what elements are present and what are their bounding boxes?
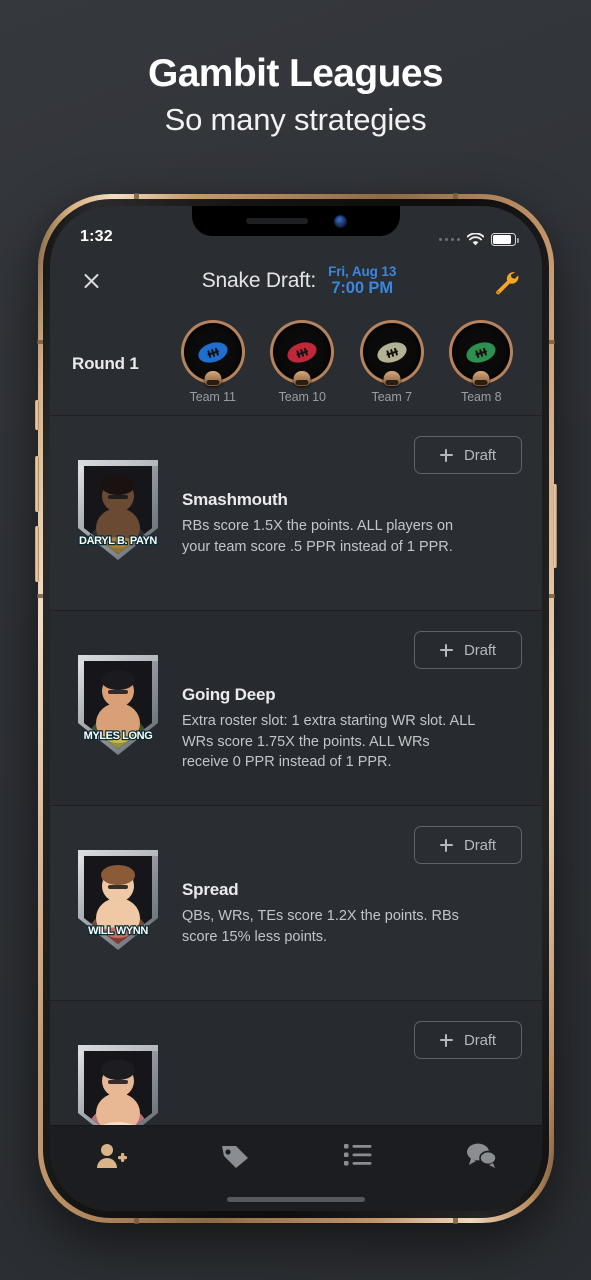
promo-subtitle: So many strategies [164, 101, 427, 137]
chat-icon [465, 1142, 497, 1173]
team-avatar-item[interactable]: Team 10 [262, 323, 342, 404]
svg-text:DARYL B. PAYN: DARYL B. PAYN [79, 535, 157, 547]
antenna-line [453, 1217, 458, 1224]
home-indicator [227, 1197, 365, 1202]
list-icon [343, 1142, 373, 1173]
strategy-title: Spread [182, 880, 239, 899]
strategy-list[interactable]: DARYL B. PAYN Smashmouth RBs score 1.5X th… [50, 416, 542, 1125]
helmet-icon [383, 371, 401, 386]
svg-text:WILL WYNN: WILL WYNN [88, 925, 148, 937]
team-name: Team 8 [461, 390, 502, 404]
tag-icon [220, 1142, 250, 1175]
character-badge: WILL WYNN [68, 842, 168, 954]
team-avatar[interactable] [452, 323, 511, 386]
volume-up-button[interactable] [35, 456, 39, 512]
football-icon [464, 338, 499, 366]
round-label: Round 1 [72, 353, 139, 373]
draft-button[interactable]: Draft [414, 826, 522, 864]
page-title: Snake Draft: [201, 268, 317, 292]
strategy-title: Smashmouth [182, 490, 288, 509]
tab-person-add[interactable] [50, 1142, 173, 1175]
strategy-description: Extra roster slot: 1 extra starting WR s… [182, 713, 475, 771]
draft-time: 7:00 PM [331, 279, 393, 298]
wrench-icon[interactable] [490, 266, 520, 296]
volume-down-button[interactable] [35, 526, 39, 582]
strategy-card[interactable]: DARYL B. PAYN Smashmouth RBs score 1.5X th… [50, 416, 542, 611]
app-view: 1:32 Snake Draft: Fri, Aug 13 7:00 PM Ro… [50, 206, 542, 1211]
team-avatar-item[interactable]: Team 11 [173, 323, 253, 404]
draft-button[interactable]: Draft [414, 1021, 522, 1059]
signal-dots-icon [438, 237, 460, 242]
phone-frame: 1:32 Snake Draft: Fri, Aug 13 7:00 PM Ro… [35, 193, 557, 1224]
football-icon [195, 338, 230, 366]
draft-datetime: Fri, Aug 13 7:00 PM [328, 264, 396, 298]
antenna-line [548, 340, 555, 344]
promo-title: Gambit Leagues [147, 52, 444, 95]
front-camera-icon [333, 214, 347, 228]
team-name: Team 11 [189, 390, 236, 404]
team-avatar[interactable] [273, 323, 332, 386]
draft-date: Fri, Aug 13 [328, 264, 397, 280]
strategy-description: RBs score 1.5X the points. ALL players o… [182, 518, 454, 555]
football-icon [374, 338, 409, 366]
team-list: Team 11 Team 10 Team 7 Team 8 [168, 323, 526, 404]
phone-bezel: 1:32 Snake Draft: Fri, Aug 13 7:00 PM Ro… [43, 199, 549, 1218]
character-badge-icon: MYLES LONG [78, 655, 158, 755]
strategy-description: QBs, WRs, TEs score 1.2X the points. RBs… [182, 908, 459, 945]
close-icon[interactable] [74, 264, 108, 298]
plus-icon [439, 1033, 453, 1047]
antenna-line [548, 594, 555, 598]
character-badge: MYLES LONG [68, 647, 168, 759]
promo-screenshot: Gambit Leagues So many strategies 1:32 S… [0, 0, 591, 1280]
draft-button-label: Draft [463, 641, 496, 659]
draft-button[interactable]: Draft [414, 436, 522, 474]
draft-button-label: Draft [463, 1031, 496, 1049]
helmet-icon [472, 371, 490, 386]
draft-button[interactable]: Draft [414, 631, 522, 669]
status-time: 1:32 [80, 228, 113, 245]
round-strip: Round 1 Team 11 Team 10 Team 7 Team 8 [50, 312, 542, 416]
power-button[interactable] [553, 484, 557, 568]
plus-icon [439, 838, 453, 852]
team-name: Team 10 [278, 390, 326, 404]
helmet-icon [204, 371, 222, 386]
team-avatar[interactable] [362, 323, 421, 386]
character-badge: DARYL B. PAYN [68, 452, 168, 564]
promo-header: Gambit Leagues So many strategies [0, 52, 591, 138]
nav-bar: Snake Draft: Fri, Aug 13 7:00 PM [50, 250, 542, 312]
plus-icon [439, 643, 453, 657]
person-add-icon [96, 1142, 128, 1175]
earpiece-speaker [245, 218, 308, 224]
mute-switch[interactable] [35, 400, 39, 430]
character-badge-icon: WILL WYNN [78, 850, 158, 950]
strategy-card[interactable]: Draft [50, 1001, 542, 1125]
antenna-line [134, 1217, 139, 1224]
tab-tag[interactable] [173, 1142, 296, 1175]
status-indicators [438, 233, 519, 246]
character-badge-icon: DARYL B. PAYN [78, 460, 159, 560]
tab-chat[interactable] [419, 1142, 542, 1173]
plus-icon [439, 448, 453, 462]
nav-title-group: Snake Draft: Fri, Aug 13 7:00 PM [108, 264, 490, 298]
helmet-icon [293, 371, 311, 386]
character-badge-icon [78, 1045, 158, 1125]
team-avatar-item[interactable]: Team 7 [352, 323, 432, 404]
team-avatar[interactable] [183, 323, 242, 386]
strategy-title: Going Deep [182, 685, 276, 704]
strategy-card[interactable]: WILL WYNN Spread QBs, WRs, TEs score 1.2X … [50, 806, 542, 1001]
team-avatar-item[interactable]: Team 8 [441, 323, 521, 404]
battery-icon [491, 233, 519, 246]
draft-button-label: Draft [463, 836, 496, 854]
tab-list[interactable] [296, 1142, 419, 1173]
character-badge [68, 1037, 168, 1125]
draft-button-label: Draft [463, 446, 496, 464]
strategy-card[interactable]: MYLES LONG Going Deep Extra roster slot: 1… [50, 611, 542, 806]
football-icon [285, 338, 320, 366]
wifi-icon [467, 233, 484, 246]
notch [192, 206, 400, 236]
svg-text:MYLES LONG: MYLES LONG [84, 730, 153, 742]
phone-screen: 1:32 Snake Draft: Fri, Aug 13 7:00 PM Ro… [50, 206, 542, 1211]
team-name: Team 7 [371, 390, 413, 404]
